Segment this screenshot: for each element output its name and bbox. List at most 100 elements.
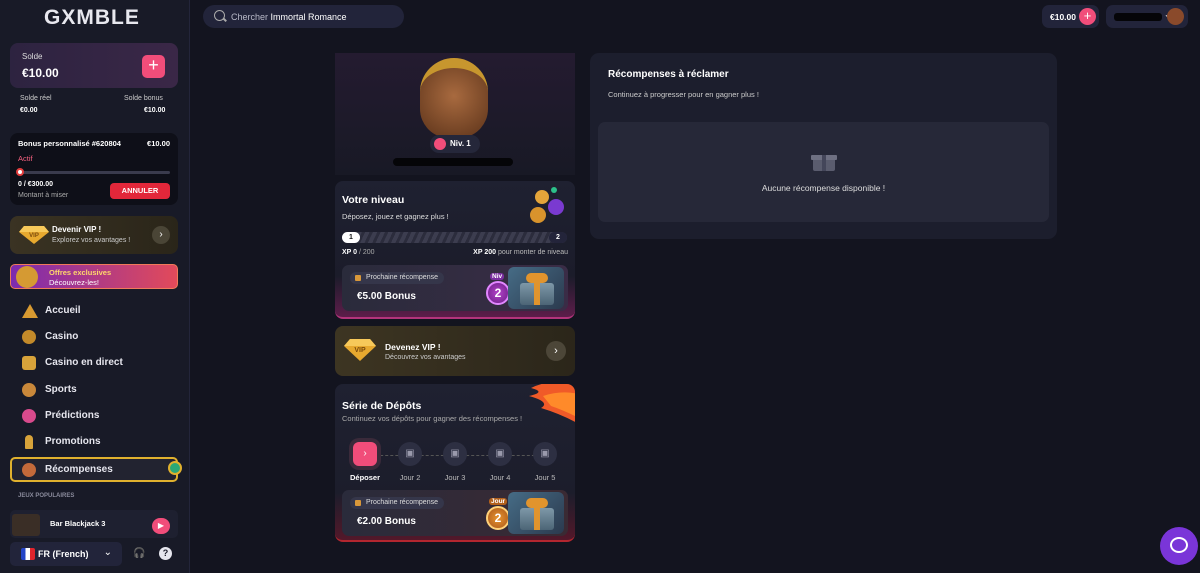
chevron-right-icon[interactable]: › — [152, 226, 170, 244]
day-label: Jour 5 — [534, 473, 556, 482]
cancel-bonus-button[interactable]: ANNULER — [110, 183, 170, 199]
nav-label: Récompenses — [45, 464, 113, 475]
vip-gem-icon: VIP — [19, 226, 49, 244]
streak-day-deposit[interactable]: › — [353, 442, 377, 466]
rewards-title: Récompenses à réclamer — [608, 69, 729, 80]
gift-icon: ▣ — [398, 442, 422, 466]
gift-box-icon — [508, 267, 564, 309]
rewards-empty-state: Aucune récompense disponible ! — [598, 122, 1049, 222]
xp-current: XP 0 / 200 — [342, 249, 375, 256]
streak-day-tag: Jour — [489, 498, 508, 505]
bonus-balance-value: €10.00 — [144, 107, 166, 114]
bonus-amount: €10.00 — [147, 139, 170, 148]
bonus-progress-subtitle: Montant à miser — [18, 192, 69, 199]
vip-promo-subtitle: Découvrez vos avantages — [385, 354, 466, 361]
nav-item-accueil[interactable]: Accueil — [12, 301, 180, 323]
offer-title: Offres exclusives — [49, 268, 112, 277]
game-title: Bar Blackjack 3 — [50, 519, 106, 528]
user-menu[interactable]: ⌄ — [1106, 5, 1188, 28]
level-text: Niv. 1 — [450, 139, 471, 148]
search-placeholder: Chercher Immortal Romance — [231, 12, 347, 22]
headset-icon[interactable]: 🎧 — [133, 548, 145, 560]
nav-item-recompenses[interactable]: Récompenses — [10, 457, 182, 482]
xp-start-level: 1 — [342, 232, 360, 243]
become-vip-card[interactable]: VIP Devenir VIP ! Explorez vos avantages… — [10, 216, 178, 254]
day-label: Déposer — [349, 473, 380, 482]
svg-text:VIP: VIP — [29, 233, 39, 239]
player-name-redacted — [393, 158, 513, 166]
header-deposit-button[interactable]: + — [1079, 8, 1096, 25]
search-icon — [214, 10, 225, 21]
search-input[interactable]: Chercher Immortal Romance — [203, 5, 404, 28]
popular-game-item[interactable]: Bar Blackjack 3 ▶ — [10, 510, 178, 538]
level-title: Votre niveau — [342, 194, 405, 206]
next-level-tag: Niv — [490, 273, 505, 280]
xp-end-level: 2 — [549, 232, 567, 243]
chat-bubble-icon — [1170, 537, 1188, 553]
level-card: Votre niveau Déposez, jouez et gagnez pl… — [335, 181, 575, 319]
offer-subtitle: Découvrez-les! — [49, 278, 100, 287]
medal-icon — [22, 463, 36, 477]
france-flag-icon — [21, 548, 35, 560]
streak-subtitle: Continuez vos dépôts pour gagner des réc… — [342, 414, 523, 423]
language-label: FR (French) — [38, 549, 89, 559]
language-selector[interactable]: FR (French) ⌄ — [10, 542, 122, 566]
nav-item-predictions[interactable]: Prédictions — [12, 406, 180, 428]
bonus-balance-label: Solde bonus — [124, 95, 163, 102]
streak-day-4: ▣ — [488, 442, 512, 466]
nav-label: Promotions — [45, 436, 101, 447]
day-label: Jour 4 — [489, 473, 511, 482]
ankh-icon — [25, 435, 33, 449]
nav-item-casino[interactable]: Casino — [12, 327, 180, 349]
next-level-number: 2 — [486, 281, 510, 305]
casino-chip-icon — [22, 330, 36, 344]
streak-title: Série de Dépôts — [342, 400, 422, 412]
nav-label: Sports — [45, 384, 77, 395]
rewards-subtitle: Continuez à progresser pour en gagner pl… — [608, 90, 759, 99]
brand-logo[interactable]: GXMBLE — [44, 6, 140, 30]
gift-icon: ▣ — [488, 442, 512, 466]
header-balance-value: €10.00 — [1050, 12, 1076, 22]
nav-item-sports[interactable]: Sports — [12, 380, 180, 402]
header-balance[interactable]: €10.00 + — [1042, 5, 1099, 28]
balance-label: Solde — [22, 52, 43, 61]
vip-title: Devenir VIP ! — [52, 225, 102, 234]
live-chat-button[interactable] — [1160, 527, 1198, 565]
bonus-progress-bar — [16, 168, 170, 176]
nav-item-promotions[interactable]: Promotions — [12, 432, 180, 454]
bonus-status: Actif — [18, 154, 33, 163]
nav-item-casino-en-direct[interactable]: Casino en direct — [12, 353, 180, 375]
deposit-plus-button[interactable]: + — [142, 55, 165, 78]
coins-icon — [530, 187, 564, 223]
next-reward-label: Prochaine récompense — [350, 272, 444, 284]
deposit-streak-card: Série de Dépôts Continuez vos dépôts pou… — [335, 384, 575, 542]
sidebar: GXMBLE Solde €10.00 + Solde réel €0.00 S… — [0, 0, 190, 573]
trend-icon — [22, 409, 36, 423]
svg-text:VIP: VIP — [354, 347, 366, 354]
rewards-panel: Récompenses à réclamer Continuez à progr… — [590, 53, 1057, 239]
xp-progress-bar: 1 2 — [342, 232, 567, 243]
real-balance-value: €0.00 — [20, 107, 38, 114]
vip-subtitle: Explorez vos avantages ! — [52, 237, 131, 244]
chevron-right-icon[interactable]: › — [353, 442, 377, 466]
gift-icon — [811, 155, 837, 171]
vip-promo-card[interactable]: VIP Devenez VIP ! Découvrez vos avantage… — [335, 326, 575, 376]
level-hero: Niv. 1 — [335, 53, 575, 175]
streak-reward-box: Prochaine récompense €2.00 Bonus Jour 2 — [342, 490, 568, 536]
balance-card: Solde €10.00 + — [10, 43, 178, 88]
play-icon[interactable]: ▶ — [152, 518, 170, 534]
vip-gem-icon: VIP — [344, 339, 376, 361]
next-reward-amount: €5.00 Bonus — [357, 291, 416, 302]
ball-icon — [22, 383, 36, 397]
chevron-right-icon[interactable]: › — [546, 341, 566, 361]
exclusive-offers-banner[interactable]: Offres exclusives Découvrez-les! — [10, 264, 178, 289]
nav-label: Casino en direct — [45, 357, 123, 368]
real-balance-label: Solde réel — [20, 95, 52, 102]
bonus-title: Bonus personnalisé #620804 — [18, 139, 121, 148]
gift-icon: ▣ — [533, 442, 557, 466]
gift-box-icon — [508, 492, 564, 534]
streak-day-5: ▣ — [533, 442, 557, 466]
streak-day-2: ▣ — [398, 442, 422, 466]
help-icon[interactable]: ? — [159, 547, 172, 560]
streak-day-3: ▣ — [443, 442, 467, 466]
